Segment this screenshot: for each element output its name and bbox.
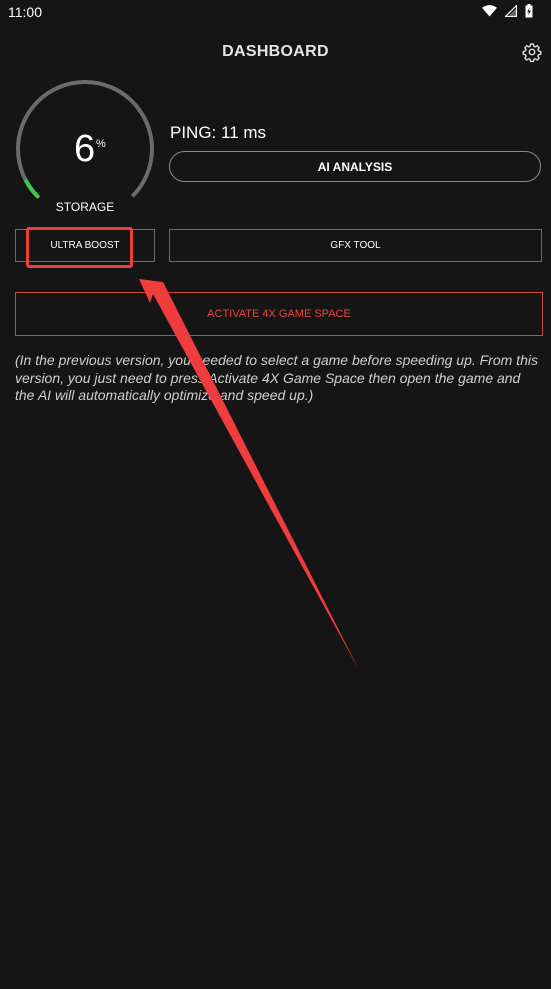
status-icons: [482, 4, 533, 18]
cellular-icon: [505, 5, 517, 17]
storage-gauge: 6 % STORAGE: [12, 80, 158, 220]
gear-icon: [522, 43, 542, 63]
activate-game-space-button[interactable]: ACTIVATE 4X GAME SPACE: [15, 292, 543, 336]
wifi-icon: [482, 5, 497, 17]
gauge-fill: [24, 179, 40, 199]
battery-icon: [525, 4, 533, 18]
status-bar: 11:00: [0, 0, 551, 24]
settings-button[interactable]: [522, 42, 542, 63]
storage-value: 6: [74, 128, 96, 170]
storage-unit: %: [96, 138, 106, 150]
page-title: DASHBOARD: [222, 43, 329, 60]
ultra-boost-button[interactable]: ULTRA BOOST: [15, 229, 155, 262]
ai-analysis-button[interactable]: AI ANALYSIS: [169, 151, 541, 182]
ping-readout: PING: 11 ms: [170, 123, 267, 142]
storage-label: STORAGE: [55, 200, 115, 214]
gfx-tool-button[interactable]: GFX TOOL: [169, 229, 542, 262]
info-note: (In the previous version, you needed to …: [15, 352, 538, 403]
status-time: 11:00: [8, 4, 42, 20]
